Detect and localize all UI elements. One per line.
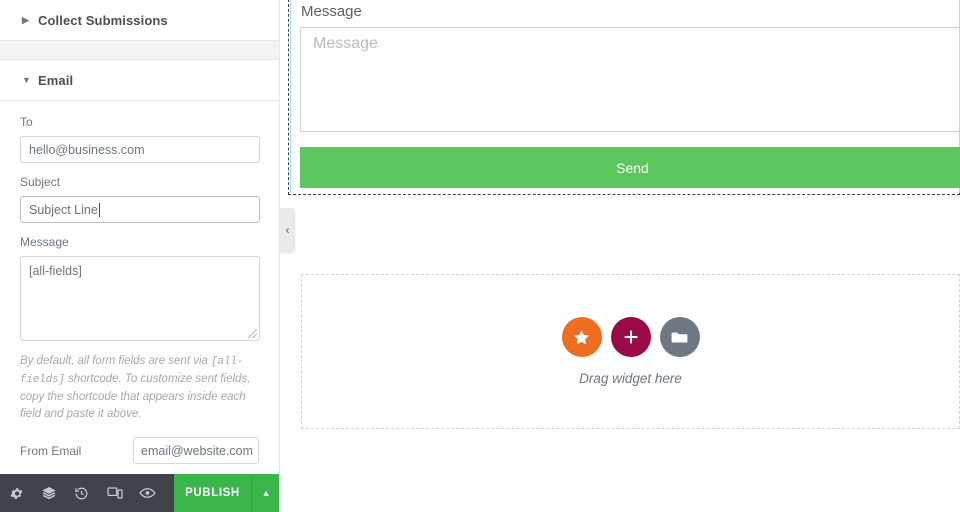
drop-area-caption: Drag widget here xyxy=(579,371,682,386)
form-message-textarea[interactable]: Message xyxy=(300,27,960,132)
plus-icon xyxy=(624,330,637,344)
add-new-section-button[interactable] xyxy=(610,317,651,357)
star-icon xyxy=(574,329,589,344)
form-message-label: Message xyxy=(301,3,362,20)
history-revisions-icon[interactable] xyxy=(66,474,99,512)
responsive-mode-icon[interactable] xyxy=(98,474,131,512)
field-subject: Subject Subject Line xyxy=(20,175,260,223)
editor-sidebar-panel: ▶ Collect Submissions ▼ Email To hello@b… xyxy=(0,0,280,512)
to-input[interactable]: hello@business.com xyxy=(20,136,260,163)
field-label-message: Message xyxy=(20,235,69,249)
chevron-left-icon: ‹ xyxy=(285,223,290,237)
drop-area-content: Drag widget here xyxy=(302,275,959,428)
message-textarea[interactable]: [all-fields] xyxy=(20,256,260,341)
message-hint-text: By default, all form fields are sent via… xyxy=(20,353,266,423)
preview-eye-icon[interactable] xyxy=(131,474,164,512)
publish-button[interactable]: PUBLISH xyxy=(173,474,252,512)
editor-footer-toolbar: PUBLISH ▲ xyxy=(0,474,279,512)
chevron-down-icon: ▼ xyxy=(22,74,32,85)
field-label-subject: Subject xyxy=(20,175,61,189)
field-label-from-email: From Email xyxy=(20,443,82,458)
section-title: Email xyxy=(38,72,74,88)
folder-icon xyxy=(671,332,688,342)
resize-grip-icon[interactable] xyxy=(248,329,257,338)
widget-drop-area[interactable]: Drag widget here xyxy=(301,274,960,429)
text-cursor xyxy=(98,202,100,217)
message-textarea-value: [all-fields] xyxy=(29,264,82,278)
favorite-star-button[interactable] xyxy=(561,317,602,357)
layers-icon[interactable] xyxy=(33,474,66,512)
preview-canvas: Message Message Send ‹ Drag widget here xyxy=(280,0,960,512)
email-settings-body: To hello@business.com Subject Subject Li… xyxy=(0,101,279,493)
form-widget-inner: Message Message Send xyxy=(290,0,960,193)
collapse-panel-handle[interactable]: ‹ xyxy=(280,208,295,252)
from-email-input[interactable]: email@website.com xyxy=(133,437,259,464)
subject-input[interactable]: Subject Line xyxy=(20,196,260,223)
section-header-collect-submissions[interactable]: ▶ Collect Submissions xyxy=(0,0,279,40)
field-to: To hello@business.com xyxy=(20,115,260,163)
form-widget-selected[interactable]: Message Message Send xyxy=(288,0,960,195)
chevron-right-icon: ▶ xyxy=(22,14,30,25)
settings-gear-icon[interactable] xyxy=(0,474,33,512)
drop-area-buttons xyxy=(561,317,700,357)
section-header-email[interactable]: ▼ Email xyxy=(0,60,279,100)
subject-input-value: Subject Line xyxy=(29,202,98,217)
templates-folder-button[interactable] xyxy=(659,317,700,357)
field-message: Message [all-fields] xyxy=(20,235,260,341)
elementor-editor-window: ▶ Collect Submissions ▼ Email To hello@b… xyxy=(0,0,960,512)
publish-options-arrow-icon[interactable]: ▲ xyxy=(251,474,279,512)
section-separator xyxy=(0,40,279,60)
field-label-to: To xyxy=(20,115,33,129)
form-message-placeholder: Message xyxy=(313,35,378,52)
field-from-email: From Email email@website.com xyxy=(20,437,259,464)
section-title: Collect Submissions xyxy=(38,12,168,28)
form-send-button[interactable]: Send xyxy=(300,147,960,188)
hint-part-1: By default, all form fields are sent via xyxy=(20,355,212,367)
